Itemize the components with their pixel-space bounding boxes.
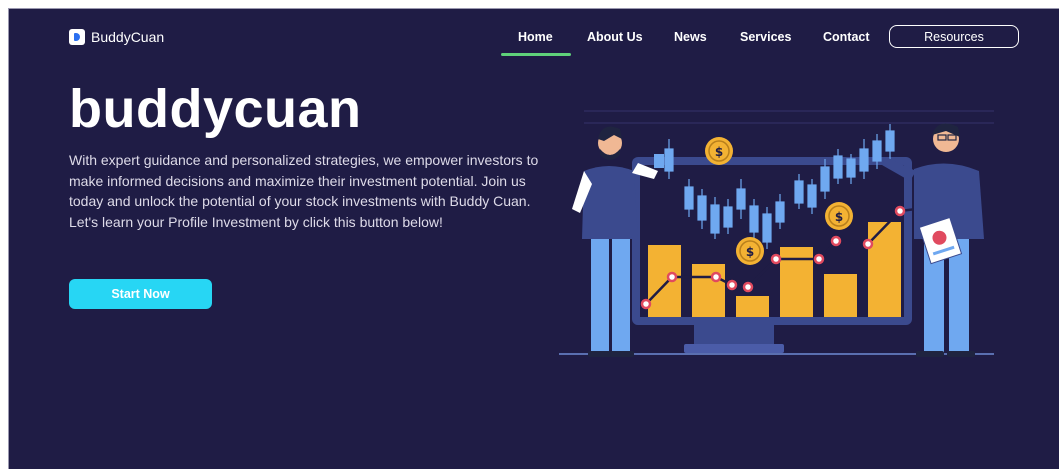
hero-description: With expert guidance and personalized st… bbox=[69, 152, 539, 230]
stock-investment-illustration: $ $ $ bbox=[559, 110, 994, 357]
nav-home[interactable]: Home bbox=[518, 29, 553, 45]
nav-about-us[interactable]: About Us bbox=[587, 29, 643, 45]
page-frame: BuddyCuan Home About Us News Services Co… bbox=[8, 8, 1059, 469]
hero-title: buddycuan bbox=[69, 79, 362, 139]
nav-contact[interactable]: Contact bbox=[823, 29, 870, 45]
active-nav-indicator bbox=[501, 53, 571, 56]
logo-icon bbox=[69, 29, 85, 45]
svg-text:$: $ bbox=[715, 145, 723, 159]
svg-text:$: $ bbox=[746, 245, 754, 259]
brand-logo[interactable]: BuddyCuan bbox=[69, 29, 164, 45]
resources-button[interactable]: Resources bbox=[889, 25, 1019, 48]
nav-news[interactable]: News bbox=[674, 29, 707, 45]
nav-services[interactable]: Services bbox=[740, 29, 791, 45]
start-now-button[interactable]: Start Now bbox=[69, 279, 212, 309]
svg-text:$: $ bbox=[835, 210, 843, 224]
brand-name: BuddyCuan bbox=[91, 29, 165, 45]
